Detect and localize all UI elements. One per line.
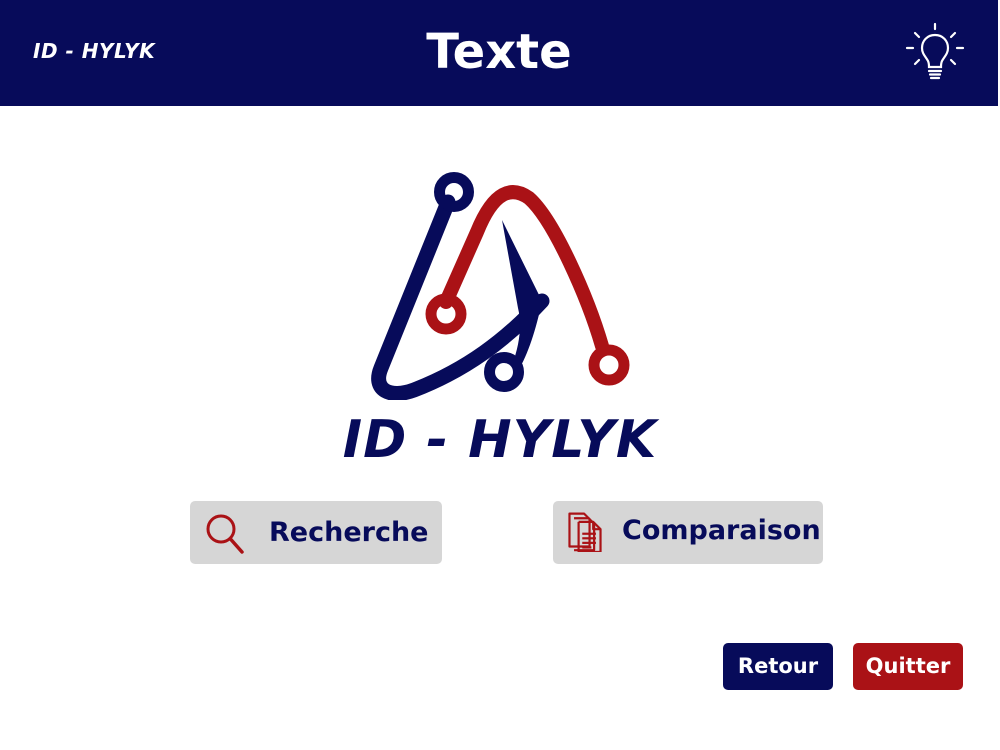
compare-button[interactable]: Comparaison: [553, 501, 823, 564]
search-button-label: Recherche: [269, 517, 429, 548]
documents-icon: [568, 512, 602, 552]
logo-wordmark: ID - HYLYK: [342, 410, 658, 470]
header-bar: ID - HYLYK Texte: [0, 0, 998, 106]
compare-button-label: Comparaison: [622, 515, 821, 546]
search-button[interactable]: Recherche: [190, 501, 442, 564]
page-title: Texte: [426, 24, 572, 80]
back-button[interactable]: Retour: [723, 643, 833, 690]
quit-button[interactable]: Quitter: [853, 643, 963, 690]
app-logo: [371, 172, 630, 400]
lightbulb-icon[interactable]: [903, 22, 967, 86]
magnifier-icon: [206, 514, 244, 554]
